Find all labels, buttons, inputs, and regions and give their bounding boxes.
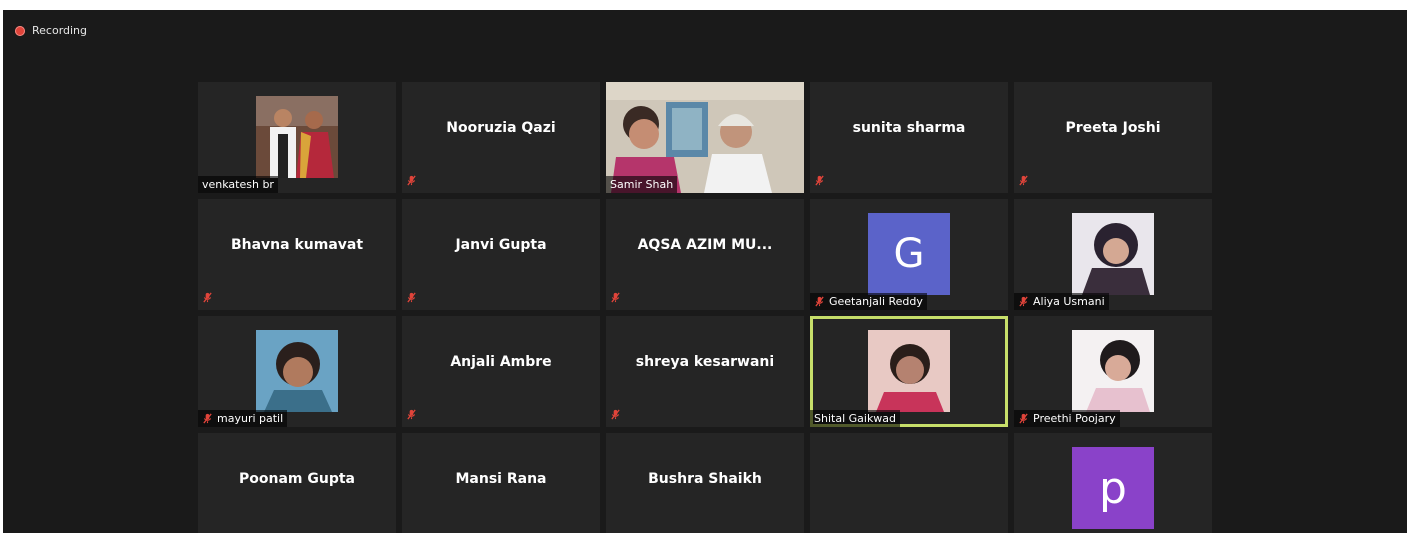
participant-name: sunita sharma xyxy=(852,120,966,136)
participant-name-label: Shital Gaikwad xyxy=(810,410,901,427)
participant-photo xyxy=(256,96,338,178)
recording-dot-icon xyxy=(15,25,25,36)
participant-tile-sunita[interactable]: sunita sharma xyxy=(810,82,1008,193)
participant-tile-anjali[interactable]: Anjali Ambre xyxy=(402,316,600,427)
participant-tile-poonam[interactable]: Poonam Gupta xyxy=(198,433,396,533)
participant-tile-avatar-p[interactable]: p xyxy=(1014,433,1212,533)
participant-tile-bhavna[interactable]: Bhavna kumavat xyxy=(198,199,396,310)
participant-name-label: venkatesh br xyxy=(198,176,278,193)
participant-photo xyxy=(1072,213,1154,295)
participant-tile-mayuri[interactable]: mayuri patil xyxy=(198,316,396,427)
participant-tile-shreya[interactable]: shreya kesarwani xyxy=(606,316,804,427)
participant-name: Mansi Rana xyxy=(455,471,547,487)
meeting-window: Recording venkatesh br Nooruzia Qazi Sam… xyxy=(3,10,1407,533)
muted-mic-icon xyxy=(1019,413,1028,424)
participant-name: AQSA AZIM MU... xyxy=(637,237,773,253)
participant-name: Bhavna kumavat xyxy=(230,237,364,253)
participant-photo xyxy=(256,330,338,412)
participant-tile-nooruzia[interactable]: Nooruzia Qazi xyxy=(402,82,600,193)
recording-label: Recording xyxy=(32,24,88,37)
muted-mic-icon xyxy=(203,413,212,424)
muted-mic-icon xyxy=(610,404,625,423)
participant-name: Janvi Gupta xyxy=(455,237,547,253)
participant-tile-janvi[interactable]: Janvi Gupta xyxy=(402,199,600,310)
participant-name-label: Preethi Poojary xyxy=(1014,410,1120,427)
muted-mic-icon xyxy=(815,296,824,307)
participant-name: shreya kesarwani xyxy=(635,354,775,370)
participant-name: Poonam Gupta xyxy=(239,471,355,487)
participant-tile-geetanjali[interactable]: G Geetanjali Reddy xyxy=(810,199,1008,310)
participant-tile-venkatesh[interactable]: venkatesh br xyxy=(198,82,396,193)
muted-mic-icon xyxy=(406,404,421,423)
participant-tile-bushra[interactable]: Bushra Shaikh xyxy=(606,433,804,533)
participant-tile-partial[interactable] xyxy=(810,433,1008,533)
participant-name-label: mayuri patil xyxy=(198,410,288,427)
participant-tile-shital-active-speaker[interactable]: Shital Gaikwad xyxy=(810,316,1008,427)
muted-mic-icon xyxy=(610,287,625,306)
participant-tile-aqsa[interactable]: AQSA AZIM MU... xyxy=(606,199,804,310)
muted-mic-icon xyxy=(1019,296,1028,307)
recording-indicator: Recording xyxy=(15,24,87,37)
participant-tile-mansi[interactable]: Mansi Rana xyxy=(402,433,600,533)
participant-name-label: Samir Shah xyxy=(606,176,678,193)
participant-avatar: p xyxy=(1072,447,1154,529)
participant-avatar: G xyxy=(868,213,950,295)
participant-tile-preethi[interactable]: Preethi Poojary xyxy=(1014,316,1212,427)
participant-name: Anjali Ambre xyxy=(450,354,552,370)
participant-tile-aliya[interactable]: Aliya Usmani xyxy=(1014,199,1212,310)
participant-name-label: Aliya Usmani xyxy=(1014,293,1109,310)
participant-name: Nooruzia Qazi xyxy=(446,120,556,136)
participant-name: Bushra Shaikh xyxy=(648,471,762,487)
participant-name: Preeta Joshi xyxy=(1065,120,1161,136)
muted-mic-icon xyxy=(1018,170,1033,189)
muted-mic-icon xyxy=(406,287,421,306)
muted-mic-icon xyxy=(814,170,829,189)
participant-tile-samir[interactable]: Samir Shah xyxy=(606,82,804,193)
muted-mic-icon xyxy=(202,287,217,306)
muted-mic-icon xyxy=(406,170,421,189)
participant-photo xyxy=(1072,330,1154,412)
participant-video xyxy=(868,330,950,412)
participant-tile-preeta[interactable]: Preeta Joshi xyxy=(1014,82,1212,193)
participant-name-label: Geetanjali Reddy xyxy=(810,293,927,310)
